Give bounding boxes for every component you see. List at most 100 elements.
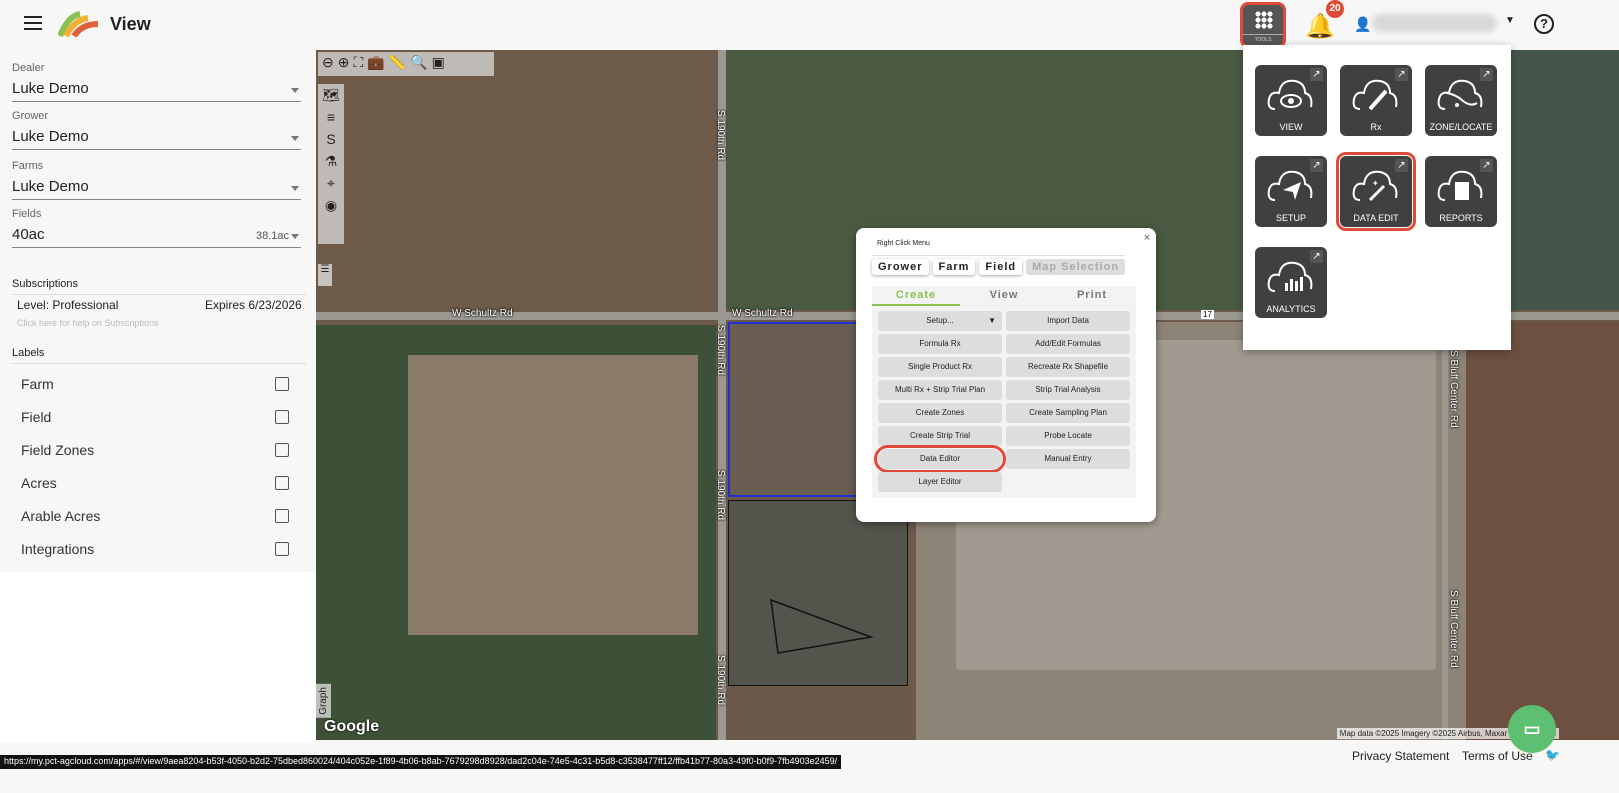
single-product-rx-button[interactable]: Single Product Rx	[878, 357, 1002, 377]
add-edit-formulas-button[interactable]: Add/Edit Formulas	[1006, 334, 1130, 354]
road-label: S Bluff Center Rd	[1448, 350, 1459, 428]
zoom-out-icon[interactable]: ⊖	[322, 54, 334, 74]
lab-flask-icon[interactable]: ⚗	[318, 150, 344, 172]
setup-dropdown-button[interactable]: Setup... ▼	[878, 311, 1002, 331]
graph-tab[interactable]: Graph	[316, 684, 331, 718]
briefcase-icon[interactable]: 💼	[367, 54, 384, 74]
fields-label: Fields	[12, 208, 42, 220]
farms-value[interactable]: Luke Demo	[12, 178, 301, 200]
tab-view[interactable]: View	[960, 286, 1048, 306]
label-field-zones-checkbox[interactable]	[275, 443, 289, 457]
scope-tab-map-selection: Map Selection	[1026, 259, 1126, 275]
strip-trial-analysis-button[interactable]: Strip Trial Analysis	[1006, 380, 1130, 400]
label-field: Field	[21, 409, 52, 425]
map-layers-icon[interactable]: 🗺	[318, 84, 344, 106]
tool-label: SETUP	[1275, 213, 1306, 223]
info-zoom-icon[interactable]: 🔍	[410, 54, 427, 74]
app-header: View TOOLS 🔔 20 👤 ▼ ?	[0, 0, 1619, 50]
create-zones-button[interactable]: Create Zones	[878, 403, 1002, 423]
privacy-statement-link[interactable]: Privacy Statement	[1352, 749, 1449, 763]
fields-select[interactable]: Fields 40ac 38.1ac	[12, 208, 301, 248]
tools-button[interactable]: TOOLS	[1240, 2, 1286, 48]
layer-editor-button[interactable]: Layer Editor	[878, 472, 1002, 492]
close-icon[interactable]: ×	[1144, 232, 1150, 244]
stack-icon[interactable]: ≡	[318, 106, 344, 128]
tool-data-edit[interactable]: ↗ ✦ DATA EDIT	[1336, 152, 1416, 231]
probe-locate-button[interactable]: Probe Locate	[1006, 426, 1130, 446]
scope-tab-field[interactable]: Field	[979, 259, 1023, 275]
user-menu-caret-icon[interactable]: ▼	[1505, 15, 1515, 26]
label-integrations-checkbox[interactable]	[275, 542, 289, 556]
action-panel: Create View Print Setup... ▼ Import Data Fo…	[872, 286, 1136, 498]
help-icon[interactable]: ?	[1534, 14, 1554, 34]
location-flask-icon[interactable]: ⌖	[318, 172, 344, 194]
import-data-button[interactable]: Import Data	[1006, 311, 1130, 331]
tab-create[interactable]: Create	[872, 286, 960, 306]
tool-label: Rx	[1370, 122, 1382, 132]
subscription-help-link[interactable]: Click here for help on Subscriptions	[17, 318, 159, 328]
farms-label: Farms	[12, 160, 44, 172]
hamburger-menu-icon[interactable]	[24, 16, 42, 30]
label-arable-acres-checkbox[interactable]	[275, 509, 289, 523]
tool-reports[interactable]: ↗ REPORTS	[1425, 156, 1497, 227]
sidebar-empty	[0, 572, 316, 742]
label-acres-checkbox[interactable]	[275, 476, 289, 490]
sensor-icon[interactable]: ◉	[318, 194, 344, 216]
cloud-document-icon	[1437, 170, 1483, 201]
cloud-pencil-icon	[1352, 79, 1398, 111]
field-acres: 38.1ac	[255, 230, 289, 242]
panel-handle-icon[interactable]: ☰	[318, 264, 332, 286]
dealer-select[interactable]: Dealer Luke Demo	[12, 62, 301, 102]
right-click-menu: Right Click Menu × Grower Farm Field Map…	[856, 228, 1156, 522]
tab-print[interactable]: Print	[1048, 286, 1136, 306]
subscription-expiry: Expires 6/23/2026	[205, 298, 302, 312]
grower-value[interactable]: Luke Demo	[12, 128, 301, 150]
grid-icon	[1255, 11, 1273, 29]
zoom-in-icon[interactable]: ⊕	[338, 54, 350, 74]
farms-select[interactable]: Farms Luke Demo	[12, 160, 301, 200]
road-label: S 190th Rd	[715, 110, 726, 161]
formula-rx-button[interactable]: Formula Rx	[878, 334, 1002, 354]
chat-icon[interactable]: ▭	[1508, 705, 1556, 753]
layer-toolbar: 🗺 ≡ S ⚗ ⌖ ◉	[318, 84, 344, 244]
label-integrations: Integrations	[21, 541, 95, 557]
fullscreen-icon[interactable]: ⛶	[353, 54, 363, 74]
create-sampling-plan-button[interactable]: Create Sampling Plan	[1006, 403, 1130, 423]
recreate-rx-shapefile-button[interactable]: Recreate Rx Shapefile	[1006, 357, 1130, 377]
scope-tab-grower[interactable]: Grower	[872, 259, 929, 275]
multi-rx-strip-trial-plan-button[interactable]: Multi Rx + Strip Trial Plan	[878, 380, 1002, 400]
google-logo: Google	[324, 718, 380, 735]
label-field-checkbox[interactable]	[275, 410, 289, 424]
ruler-icon[interactable]: 📏	[389, 54, 406, 74]
road-label: S 190th Rd	[715, 325, 726, 376]
tool-analytics[interactable]: ↗ ANALYTICS	[1255, 247, 1327, 318]
tool-label: VIEW	[1279, 122, 1303, 132]
tool-setup[interactable]: ↗ SETUP	[1255, 156, 1327, 227]
tool-label: ANALYTICS	[1266, 304, 1316, 314]
twitter-icon[interactable]: 🐦	[1545, 748, 1560, 762]
cloud-bar-chart-icon	[1267, 261, 1313, 292]
tool-zone-locate[interactable]: ↗ ZONE/LOCATE	[1425, 65, 1497, 136]
tool-label: REPORTS	[1439, 213, 1483, 223]
grower-select[interactable]: Grower Luke Demo	[12, 110, 301, 150]
grower-label: Grower	[12, 110, 49, 122]
cloud-navigation-icon	[1267, 170, 1313, 201]
scope-tabs: Grower Farm Field Map Selection	[872, 255, 1126, 275]
user-name-blurred[interactable]	[1372, 14, 1497, 32]
svg-text:✦: ✦	[1372, 179, 1379, 188]
fields-value[interactable]: 40ac 38.1ac	[12, 226, 301, 248]
tool-rx[interactable]: ↗ Rx	[1340, 65, 1412, 136]
dealer-value[interactable]: Luke Demo	[12, 80, 301, 102]
soil-icon[interactable]: S	[318, 128, 344, 150]
create-strip-trial-button[interactable]: Create Strip Trial	[878, 426, 1002, 446]
manual-entry-button[interactable]: Manual Entry	[1006, 449, 1130, 469]
tool-view[interactable]: ↗ VIEW	[1255, 65, 1327, 136]
label-farm-checkbox[interactable]	[275, 377, 289, 391]
tool-label: DATA EDIT	[1353, 213, 1399, 223]
scope-tab-farm[interactable]: Farm	[932, 259, 976, 275]
data-editor-button[interactable]: Data Editor	[874, 445, 1006, 473]
user-icon[interactable]: 👤	[1354, 16, 1371, 33]
label-acres: Acres	[21, 475, 57, 491]
screenshot-icon[interactable]: ▣	[432, 54, 445, 74]
map-toolbar: ⊖ ⊕ ⛶ 💼 📏 🔍 ▣	[318, 52, 494, 76]
